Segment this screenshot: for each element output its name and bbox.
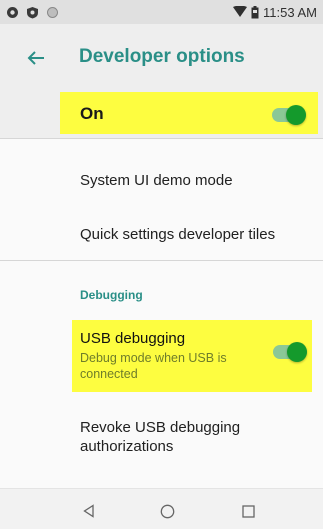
system-ui-demo-mode-item[interactable]: System UI demo mode (80, 172, 233, 189)
circle-notification-icon (6, 6, 19, 19)
nav-recents-button[interactable] (238, 501, 258, 521)
circle-outline-icon (46, 6, 59, 19)
master-switch-toggle[interactable] (272, 105, 306, 125)
back-button[interactable] (22, 44, 50, 72)
square-recents-icon (241, 504, 255, 518)
usb-debugging-title: USB debugging (80, 330, 186, 347)
nav-home-button[interactable] (157, 501, 177, 521)
status-bar: 11:53 AM (0, 0, 323, 24)
arrow-left-icon (27, 50, 45, 66)
usb-debugging-toggle[interactable] (273, 342, 307, 362)
toolbar: Developer options (0, 24, 323, 92)
notification-icons (6, 6, 59, 19)
shield-notification-icon (26, 6, 39, 19)
divider (0, 138, 323, 139)
status-time: 11:53 AM (263, 4, 317, 20)
navigation-bar (0, 488, 323, 529)
divider (0, 260, 323, 261)
wifi-icon (233, 6, 248, 18)
nav-back-button[interactable] (79, 501, 99, 521)
usb-debugging-summary: Debug mode when USB is connected (80, 351, 227, 381)
debugging-section-header: Debugging (80, 288, 143, 302)
status-right: 11:53 AM (233, 5, 317, 20)
revoke-usb-debugging-item[interactable]: Revoke USB debugging authorizations (80, 418, 280, 456)
master-switch-row[interactable]: On (0, 92, 323, 138)
triangle-back-icon (82, 504, 96, 518)
master-switch-label: On (80, 104, 104, 123)
screen: 11:53 AM Developer options On System UI … (0, 0, 323, 529)
circle-home-icon (160, 504, 175, 519)
toggle-thumb (286, 105, 306, 125)
battery-icon (251, 5, 259, 19)
page-title: Developer options (79, 46, 245, 67)
toggle-thumb (287, 342, 307, 362)
quick-settings-developer-tiles-item[interactable]: Quick settings developer tiles (80, 226, 275, 243)
